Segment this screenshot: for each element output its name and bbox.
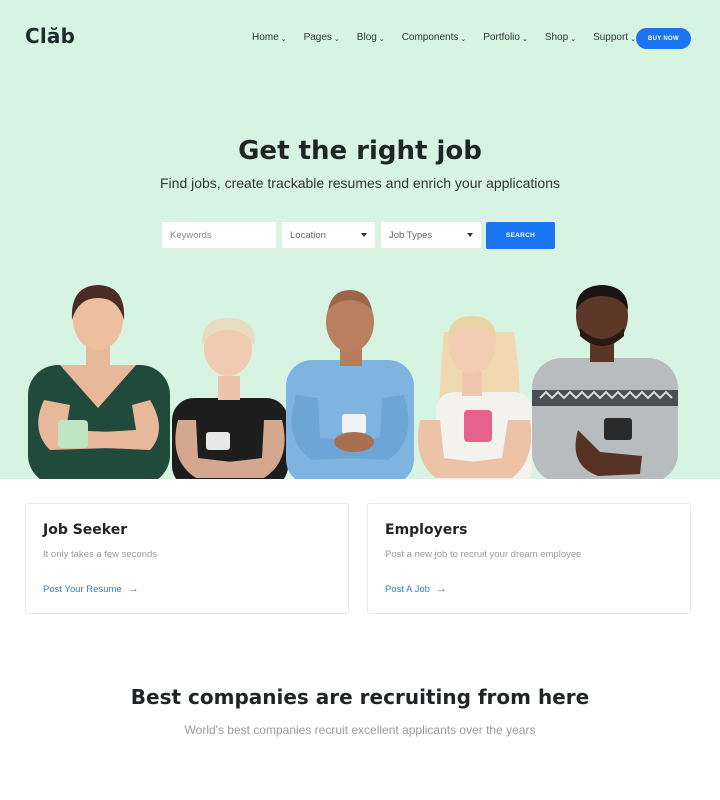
nav-item-support[interactable]: Support ⌄ xyxy=(593,32,636,43)
card-text: Post a new job to recruit your dream emp… xyxy=(385,549,582,560)
search-button[interactable]: SEARCH xyxy=(486,222,555,249)
nav-item-label: Pages xyxy=(303,32,332,43)
employers-card: Employers Post a new job to recruit your… xyxy=(367,503,691,614)
person-white-top xyxy=(418,316,532,479)
card-text: It only takes a few seconds xyxy=(43,549,158,560)
nav-item-blog[interactable]: Blog ⌄ xyxy=(357,32,385,43)
nav-item-label: Support xyxy=(593,32,629,43)
location-select-value: Location xyxy=(290,229,326,241)
arrow-right-icon: → xyxy=(435,583,447,595)
hero-subtitle: Find jobs, create trackable resumes and … xyxy=(160,175,560,191)
caret-down-icon xyxy=(361,233,367,237)
people-with-phones-illustration xyxy=(28,285,678,479)
hero-title: Get the right job xyxy=(238,136,482,166)
person-patterned-sweater xyxy=(532,285,678,479)
nav-item-label: Components xyxy=(401,32,459,43)
chevron-down-icon: ⌄ xyxy=(280,35,287,43)
post-job-link[interactable]: Post A Job → xyxy=(385,583,447,595)
chevron-down-icon: ⌄ xyxy=(333,35,340,43)
link-label: Post Your Resume xyxy=(43,583,122,595)
caret-down-icon xyxy=(467,233,473,237)
keywords-field[interactable] xyxy=(161,221,277,249)
nav-item-portfolio[interactable]: Portfolio ⌄ xyxy=(483,32,528,43)
hero-section: Clăb Home ⌄ Pages ⌄ Blog ⌄ Components ⌄ Port… xyxy=(0,0,720,479)
nav-item-pages[interactable]: Pages ⌄ xyxy=(304,32,340,43)
nav-item-label: Portfolio xyxy=(483,32,520,43)
companies-section-subtitle: World's best companies recruit excellent… xyxy=(184,723,536,737)
nav-item-home[interactable]: Home ⌄ xyxy=(252,32,287,43)
chevron-down-icon: ⌄ xyxy=(570,35,577,43)
card-title: Employers xyxy=(385,522,468,538)
buy-now-button[interactable]: BUY NOW xyxy=(636,28,691,49)
person-black-top xyxy=(172,318,288,479)
main-nav: Home ⌄ Pages ⌄ Blog ⌄ Components ⌄ Portfolio… xyxy=(252,32,653,43)
nav-item-label: Shop xyxy=(544,32,569,43)
card-title: Job Seeker xyxy=(43,522,128,538)
brand-logo[interactable]: Clăb xyxy=(25,24,75,48)
job-seeker-card: Job Seeker It only takes a few seconds P… xyxy=(25,503,349,614)
nav-item-components[interactable]: Components ⌄ xyxy=(402,32,467,43)
chevron-down-icon: ⌄ xyxy=(378,35,385,43)
nav-item-shop[interactable]: Shop ⌄ xyxy=(545,32,576,43)
link-label: Post A Job xyxy=(385,583,430,595)
nav-item-label: Home xyxy=(252,32,279,43)
nav-item-label: Blog xyxy=(356,32,377,43)
arrow-right-icon: → xyxy=(127,583,139,595)
companies-section-title: Best companies are recruiting from here xyxy=(130,685,590,709)
post-resume-link[interactable]: Post Your Resume → xyxy=(43,583,139,595)
person-blue-shirt xyxy=(286,290,414,479)
chevron-down-icon: ⌄ xyxy=(460,35,467,43)
keywords-input[interactable] xyxy=(170,229,276,241)
location-select[interactable]: Location xyxy=(281,221,376,249)
chevron-down-icon: ⌄ xyxy=(521,35,528,43)
person-green-top xyxy=(28,285,170,479)
job-types-select-value: Job Types xyxy=(389,229,433,241)
job-types-select[interactable]: Job Types xyxy=(380,221,482,249)
